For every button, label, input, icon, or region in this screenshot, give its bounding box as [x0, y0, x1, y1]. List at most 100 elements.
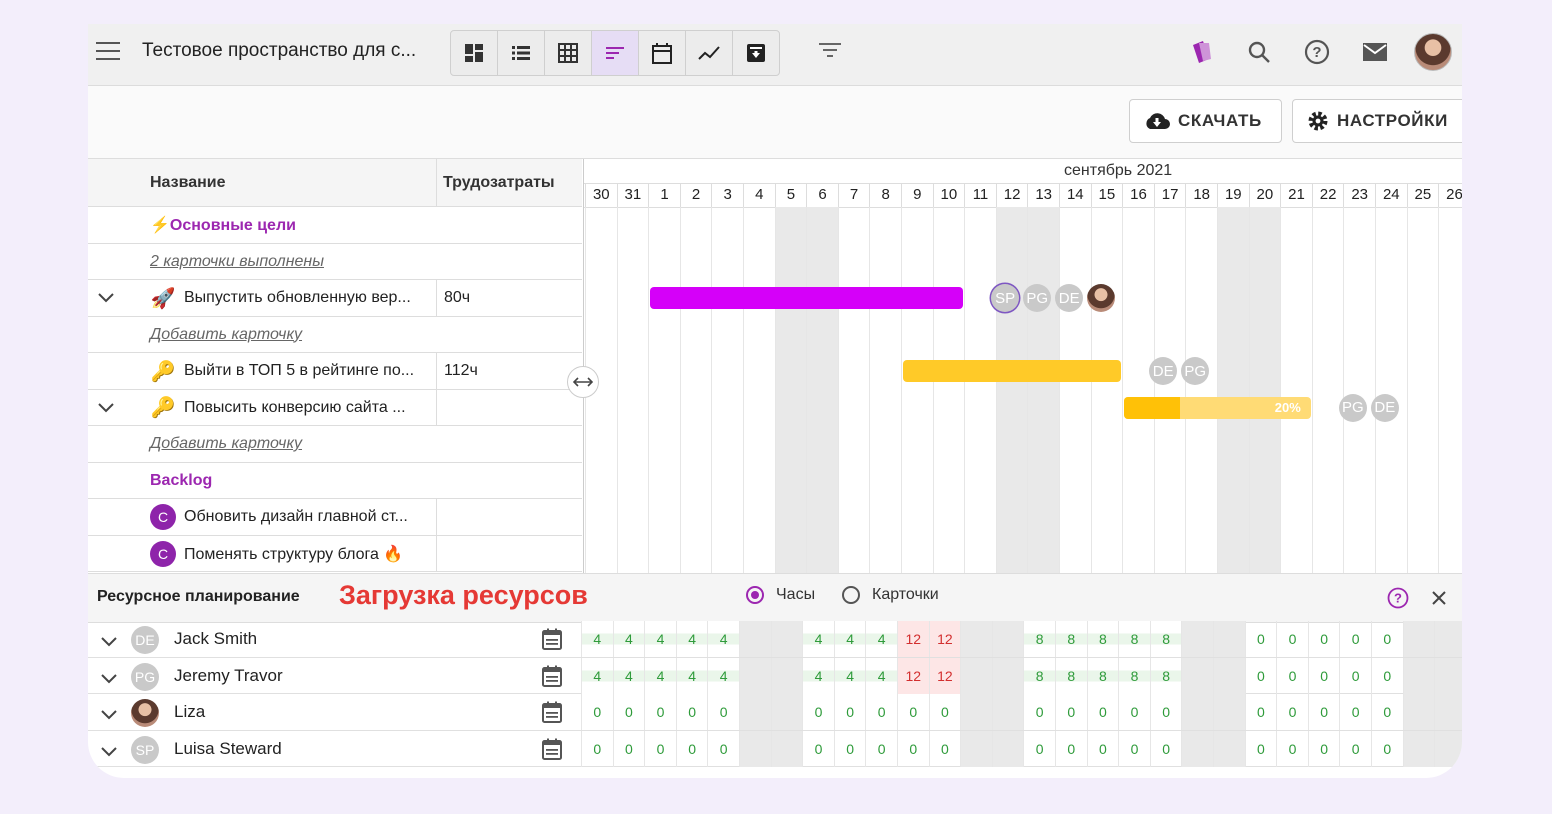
download-button[interactable]: СКАЧАТЬ — [1129, 99, 1282, 143]
resource-load-cell — [739, 694, 771, 730]
resource-load-cell: 0 — [928, 730, 961, 767]
mail-button[interactable] — [1346, 32, 1404, 72]
task-row[interactable]: 🚀 Выпустить обновленную вер... 80ч — [88, 280, 582, 317]
cards-app-button[interactable] — [1172, 32, 1230, 72]
help-button[interactable]: ? — [1288, 32, 1346, 72]
radio-cards[interactable]: Карточки — [842, 586, 939, 604]
assignee-avatar[interactable]: DE — [1370, 393, 1399, 422]
task-row[interactable]: 🔑 Повысить конверсию сайта ... — [88, 389, 582, 426]
resource-load-cell — [1434, 657, 1462, 694]
gantt-bar[interactable]: 20% — [1124, 396, 1311, 419]
resource-load-cell — [1213, 730, 1245, 767]
day-label: 12 — [995, 183, 1028, 207]
resource-load-cell: 0 — [1055, 694, 1087, 730]
calendar-icon[interactable] — [542, 665, 562, 692]
resource-load-cell — [1402, 657, 1435, 694]
chevron-down-icon[interactable] — [98, 290, 114, 308]
chevron-down-icon[interactable] — [98, 400, 114, 418]
chevron-down-icon[interactable] — [101, 707, 117, 725]
settings-button[interactable]: НАСТРОЙКИ — [1292, 99, 1462, 143]
resource-load-cell — [1181, 621, 1213, 657]
task-row[interactable]: 🔑 Выйти в ТОП 5 в рейтинге по... 112ч — [88, 353, 582, 390]
day-label: 8 — [869, 183, 901, 207]
dashboard-view-button[interactable] — [451, 31, 498, 75]
chart-view-button[interactable] — [686, 31, 733, 75]
day-column — [995, 207, 1028, 573]
day-column — [1248, 207, 1281, 573]
gantt-bar[interactable] — [650, 287, 964, 309]
task-name-text: Поменять структуру блога 🔥 — [184, 545, 404, 563]
resource-load-cell: 4 — [644, 657, 676, 694]
assignee-avatar[interactable]: PG — [1023, 284, 1052, 312]
filter-icon[interactable] — [818, 40, 842, 65]
assignee-avatar[interactable]: PG — [1338, 393, 1367, 422]
calendar-icon[interactable] — [542, 628, 562, 655]
calendar-icon[interactable] — [542, 701, 562, 728]
avatar: DE — [131, 626, 159, 654]
task-row[interactable]: C Поменять структуру блога 🔥 — [88, 535, 582, 572]
resource-load-cell: 0 — [675, 694, 708, 730]
resource-load-cell — [960, 657, 992, 694]
day-label: 15 — [1090, 183, 1123, 207]
resource-load-cell: 8 — [1023, 621, 1055, 657]
task-emoji-icon: 🔑 — [150, 397, 176, 419]
task-row[interactable]: Добавить карточку — [88, 317, 582, 353]
resource-load-cell: 0 — [644, 730, 676, 767]
resource-load-cell: 0 — [581, 694, 613, 730]
task-row[interactable]: C Обновить дизайн главной ст... — [88, 499, 582, 536]
column-header-name[interactable]: Название — [88, 159, 436, 207]
resource-load-cell: 0 — [612, 730, 645, 767]
day-column — [648, 207, 680, 573]
day-label: 6 — [806, 183, 838, 207]
task-row[interactable]: Добавить карточку — [88, 426, 582, 463]
day-column — [743, 207, 775, 573]
task-name[interactable]: 2 карточки выполнены — [150, 244, 324, 280]
task-row[interactable]: 2 карточки выполнены — [88, 244, 582, 280]
resource-load-cells: 4 4 4 4 4 4 4 4 12 12 8 8 8 8 8 0 0 0 0 0 — [580, 621, 1462, 657]
gantt-view-button[interactable] — [592, 31, 639, 75]
day-label: 17 — [1153, 183, 1186, 207]
task-name: ⚡Основные цели — [150, 207, 296, 243]
day-label: 1 — [648, 183, 680, 207]
assignee-avatar[interactable]: PG — [1181, 357, 1210, 385]
resource-help-button[interactable]: ? — [1387, 587, 1409, 614]
day-label: 22 — [1311, 183, 1344, 207]
gantt-task-grid: Название Трудозатраты ⚡Основные цели 2 ка… — [88, 159, 582, 573]
radio-hours[interactable]: Часы — [746, 586, 815, 604]
gantt-bar[interactable] — [903, 360, 1122, 382]
resource-load-cell: 0 — [1371, 621, 1403, 657]
task-name[interactable]: Добавить карточку — [150, 426, 302, 462]
user-avatar-button[interactable] — [1404, 32, 1462, 72]
assignee-avatar[interactable]: DE — [1149, 357, 1178, 385]
chevron-down-icon[interactable] — [101, 671, 117, 689]
assignee-avatar[interactable]: DE — [1055, 284, 1084, 312]
task-row[interactable]: ⚡Основные цели — [88, 207, 582, 244]
day-label: 25 — [1406, 183, 1439, 207]
calendar-icon[interactable] — [542, 738, 562, 765]
day-column — [1343, 207, 1375, 573]
day-column — [1122, 207, 1154, 573]
resource-load-cell — [960, 694, 992, 730]
assignee-avatar[interactable]: SP — [991, 284, 1020, 312]
bar-progress — [1124, 396, 1181, 419]
task-name: Backlog — [150, 463, 212, 499]
task-row[interactable]: Backlog — [88, 463, 582, 499]
table-view-button[interactable] — [545, 31, 592, 75]
day-column — [932, 207, 965, 573]
calendar-view-button[interactable] — [639, 31, 686, 75]
close-resource-panel-button[interactable] — [1431, 590, 1447, 611]
list-view-button[interactable] — [498, 31, 545, 75]
split-resize-handle[interactable] — [567, 366, 599, 398]
task-name[interactable]: Добавить карточку — [150, 317, 302, 353]
search-button[interactable] — [1230, 32, 1288, 72]
day-label: 14 — [1059, 183, 1091, 207]
chevron-down-icon[interactable] — [101, 744, 117, 762]
resource-load-cell — [1434, 730, 1462, 767]
assignee-avatar-photo[interactable] — [1087, 284, 1116, 312]
resource-load-cell: 4 — [833, 621, 866, 657]
menu-icon[interactable] — [96, 42, 120, 60]
column-header-effort[interactable]: Трудозатраты — [436, 159, 582, 207]
archive-view-button[interactable] — [733, 31, 779, 75]
day-column — [1311, 207, 1344, 573]
chevron-down-icon[interactable] — [101, 634, 117, 652]
